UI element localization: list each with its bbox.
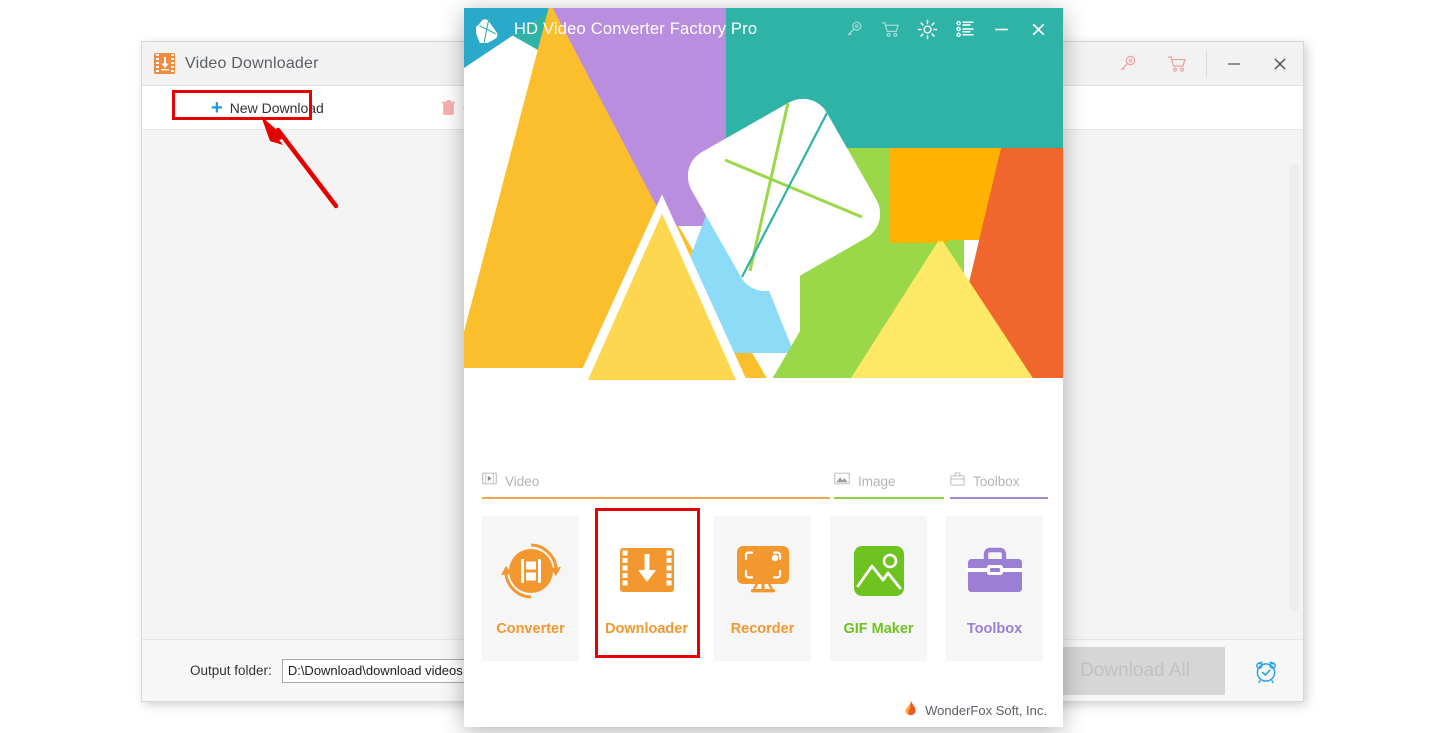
plus-icon: +	[211, 98, 223, 118]
video-clapper-icon	[482, 472, 497, 490]
cart-icon[interactable]	[872, 8, 909, 50]
card-recorder[interactable]: Recorder	[714, 516, 811, 661]
card-gif-maker-label: GIF Maker	[843, 621, 913, 637]
card-converter[interactable]: Converter	[482, 516, 579, 661]
gif-maker-icon	[846, 538, 912, 604]
download-list-scrollbar[interactable]	[1289, 164, 1299, 611]
recorder-icon	[730, 538, 796, 604]
downloader-icon	[614, 538, 680, 604]
tab-toolbox-label: Toolbox	[973, 474, 1020, 489]
converter-icon	[498, 538, 564, 604]
tab-toolbox-underline	[950, 497, 1048, 499]
image-mountain-icon	[834, 472, 850, 490]
card-toolbox[interactable]: Toolbox	[946, 516, 1043, 661]
front-window-footer: WonderFox Soft, Inc.	[464, 693, 1063, 727]
close-icon[interactable]	[1257, 42, 1303, 86]
back-window-title: Video Downloader	[185, 55, 319, 73]
card-gif-maker[interactable]: GIF Maker	[830, 516, 927, 661]
tab-video-underline	[482, 497, 830, 499]
cart-icon[interactable]	[1152, 42, 1202, 86]
hero-polygon-artwork	[464, 8, 1063, 458]
card-downloader[interactable]: Downloader	[598, 516, 695, 661]
minimize-icon[interactable]	[1211, 42, 1257, 86]
card-converter-label: Converter	[496, 621, 565, 637]
close-icon[interactable]	[1020, 8, 1057, 50]
card-recorder-label: Recorder	[731, 621, 795, 637]
tab-image-underline	[834, 497, 944, 499]
wonderfox-flame-icon	[902, 700, 917, 721]
card-toolbox-label: Toolbox	[967, 621, 1022, 637]
new-download-button[interactable]: + New Download	[205, 95, 330, 121]
tab-image[interactable]: Image	[834, 470, 944, 492]
front-window-titlebar: HD Video Converter Factory Pro	[464, 8, 1063, 50]
screen: Video Downloader	[0, 0, 1434, 733]
alarm-clock-icon[interactable]	[1232, 645, 1300, 697]
download-arrow-glyph	[159, 56, 170, 71]
toolbox-case-icon	[950, 472, 965, 491]
front-window-title: HD Video Converter Factory Pro	[514, 20, 757, 39]
hero-graphic	[464, 8, 1063, 458]
toolbox-icon	[962, 538, 1028, 604]
wonderfox-play-logo	[476, 16, 503, 43]
tab-toolbox[interactable]: Toolbox	[950, 470, 1048, 492]
titlebar-divider	[1206, 51, 1207, 77]
front-window-titlebar-controls	[835, 8, 1063, 50]
brand-label: WonderFox Soft, Inc.	[925, 703, 1047, 718]
new-download-label: New Download	[230, 100, 324, 116]
minimize-icon[interactable]	[983, 8, 1020, 50]
hd-video-converter-factory-pro-dialog: HD Video Converter Factory Pro	[464, 8, 1063, 727]
tab-video[interactable]: Video	[482, 470, 830, 492]
category-tabs: Video Image	[464, 470, 1063, 504]
back-window-title-group: Video Downloader	[142, 53, 319, 74]
key-icon[interactable]	[835, 8, 872, 50]
card-downloader-label: Downloader	[605, 621, 688, 637]
download-all-button[interactable]: Download All	[1045, 647, 1225, 695]
film-download-icon	[154, 53, 175, 74]
trash-icon	[442, 100, 455, 116]
key-icon[interactable]	[1102, 42, 1152, 86]
queue-list-icon[interactable]	[946, 8, 983, 50]
module-chooser: Video Image	[464, 458, 1063, 727]
gear-icon[interactable]	[909, 8, 946, 50]
tab-image-label: Image	[858, 474, 896, 489]
back-window-titlebar-controls	[1102, 42, 1303, 85]
tab-video-label: Video	[505, 474, 539, 489]
module-cards: Converter	[482, 516, 1043, 661]
output-folder-label: Output folder:	[190, 663, 272, 678]
